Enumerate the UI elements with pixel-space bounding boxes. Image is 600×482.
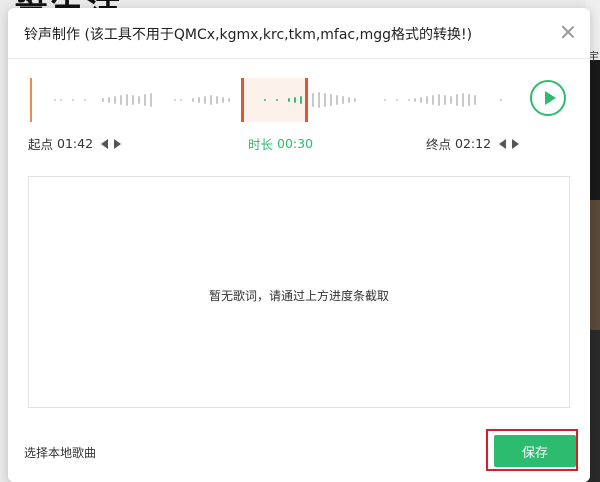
waveform-bar	[462, 93, 464, 107]
duration-value: 00:30	[277, 136, 314, 151]
playhead-marker[interactable]	[30, 78, 32, 122]
waveform-bar	[324, 93, 326, 107]
duration-label: 时长	[248, 137, 274, 152]
selection-end-handle[interactable]	[305, 78, 308, 122]
waveform-bar	[348, 97, 350, 103]
waveform-bar	[384, 99, 386, 101]
waveform-bar	[318, 92, 320, 108]
start-forward-arrow-icon[interactable]	[114, 138, 122, 149]
waveform-bar	[312, 93, 314, 107]
start-label: 起点	[28, 137, 54, 152]
end-time-value: 02:12	[455, 136, 492, 151]
play-icon	[545, 91, 556, 105]
waveform-bar	[192, 98, 194, 102]
waveform-bar	[468, 94, 470, 106]
waveform-bar	[288, 98, 290, 102]
waveform-bar	[108, 97, 110, 103]
selection-start-handle[interactable]	[241, 78, 244, 122]
waveform-bar	[294, 97, 296, 103]
lyrics-panel: 暂无歌词，请通过上方进度条截取	[28, 176, 570, 408]
start-time-control: 起点 01:42	[28, 134, 122, 153]
waveform-bar	[264, 99, 266, 101]
waveform-bar	[354, 98, 356, 102]
waveform-bar	[438, 94, 440, 106]
waveform-bar	[144, 94, 146, 106]
waveform-bar	[228, 98, 230, 102]
waveform-bar	[84, 99, 86, 101]
selection-range	[242, 78, 306, 122]
waveform-bar	[216, 96, 218, 104]
waveform-bar	[426, 96, 428, 104]
waveform-bar	[198, 97, 200, 103]
waveform-bar	[500, 99, 502, 101]
waveform-bar	[222, 97, 224, 103]
play-button[interactable]	[530, 80, 566, 116]
waveform-bar	[210, 95, 212, 105]
waveform-bar	[414, 98, 416, 102]
start-back-arrow-icon[interactable]	[101, 138, 109, 149]
waveform-bar	[432, 95, 434, 105]
waveform-track[interactable]	[30, 78, 520, 122]
waveform-bar	[204, 96, 206, 104]
save-button[interactable]: 保存	[494, 435, 576, 467]
waveform-bar	[444, 95, 446, 105]
end-back-arrow-icon[interactable]	[499, 138, 507, 149]
waveform-bar	[72, 99, 74, 101]
waveform-bar	[150, 93, 152, 107]
start-time-value: 01:42	[57, 136, 94, 151]
waveform-bar	[336, 95, 338, 105]
waveform-bar	[174, 99, 176, 101]
close-icon[interactable]	[560, 24, 576, 40]
waveform-bar	[300, 96, 302, 104]
waveform-bar	[450, 96, 452, 104]
waveform-bar	[126, 94, 128, 106]
waveform-bar	[342, 96, 344, 104]
dialog-title: 铃声制作 (该工具不用于QMCx,kgmx,krc,tkm,mfac,mgg格式…	[24, 27, 473, 43]
waveform-bar	[132, 95, 134, 105]
waveform-bar	[276, 99, 278, 101]
duration-display: 时长 00:30	[248, 134, 313, 153]
waveform-bar	[330, 94, 332, 106]
waveform-bar	[60, 99, 62, 101]
waveform-bar	[456, 94, 458, 106]
waveform-bar	[396, 99, 398, 101]
lyrics-empty-message: 暂无歌词，请通过上方进度条截取	[208, 289, 389, 303]
waveform-bar	[120, 95, 122, 105]
waveform-bar	[138, 96, 140, 104]
waveform-bar	[474, 95, 476, 105]
waveform-bar	[420, 97, 422, 103]
end-label: 终点	[426, 137, 452, 152]
end-time-control: 终点 02:12	[426, 134, 520, 153]
select-local-song-link[interactable]: 选择本地歌曲	[24, 444, 96, 461]
waveform-bar	[102, 98, 104, 102]
waveform-bar	[114, 96, 116, 104]
ringtone-maker-dialog: 铃声制作 (该工具不用于QMCx,kgmx,krc,tkm,mfac,mgg格式…	[8, 8, 590, 482]
waveform-bar	[54, 99, 56, 101]
title-divider	[8, 58, 590, 59]
waveform-bar	[180, 99, 182, 101]
end-forward-arrow-icon[interactable]	[512, 138, 520, 149]
waveform-bar	[408, 99, 410, 101]
